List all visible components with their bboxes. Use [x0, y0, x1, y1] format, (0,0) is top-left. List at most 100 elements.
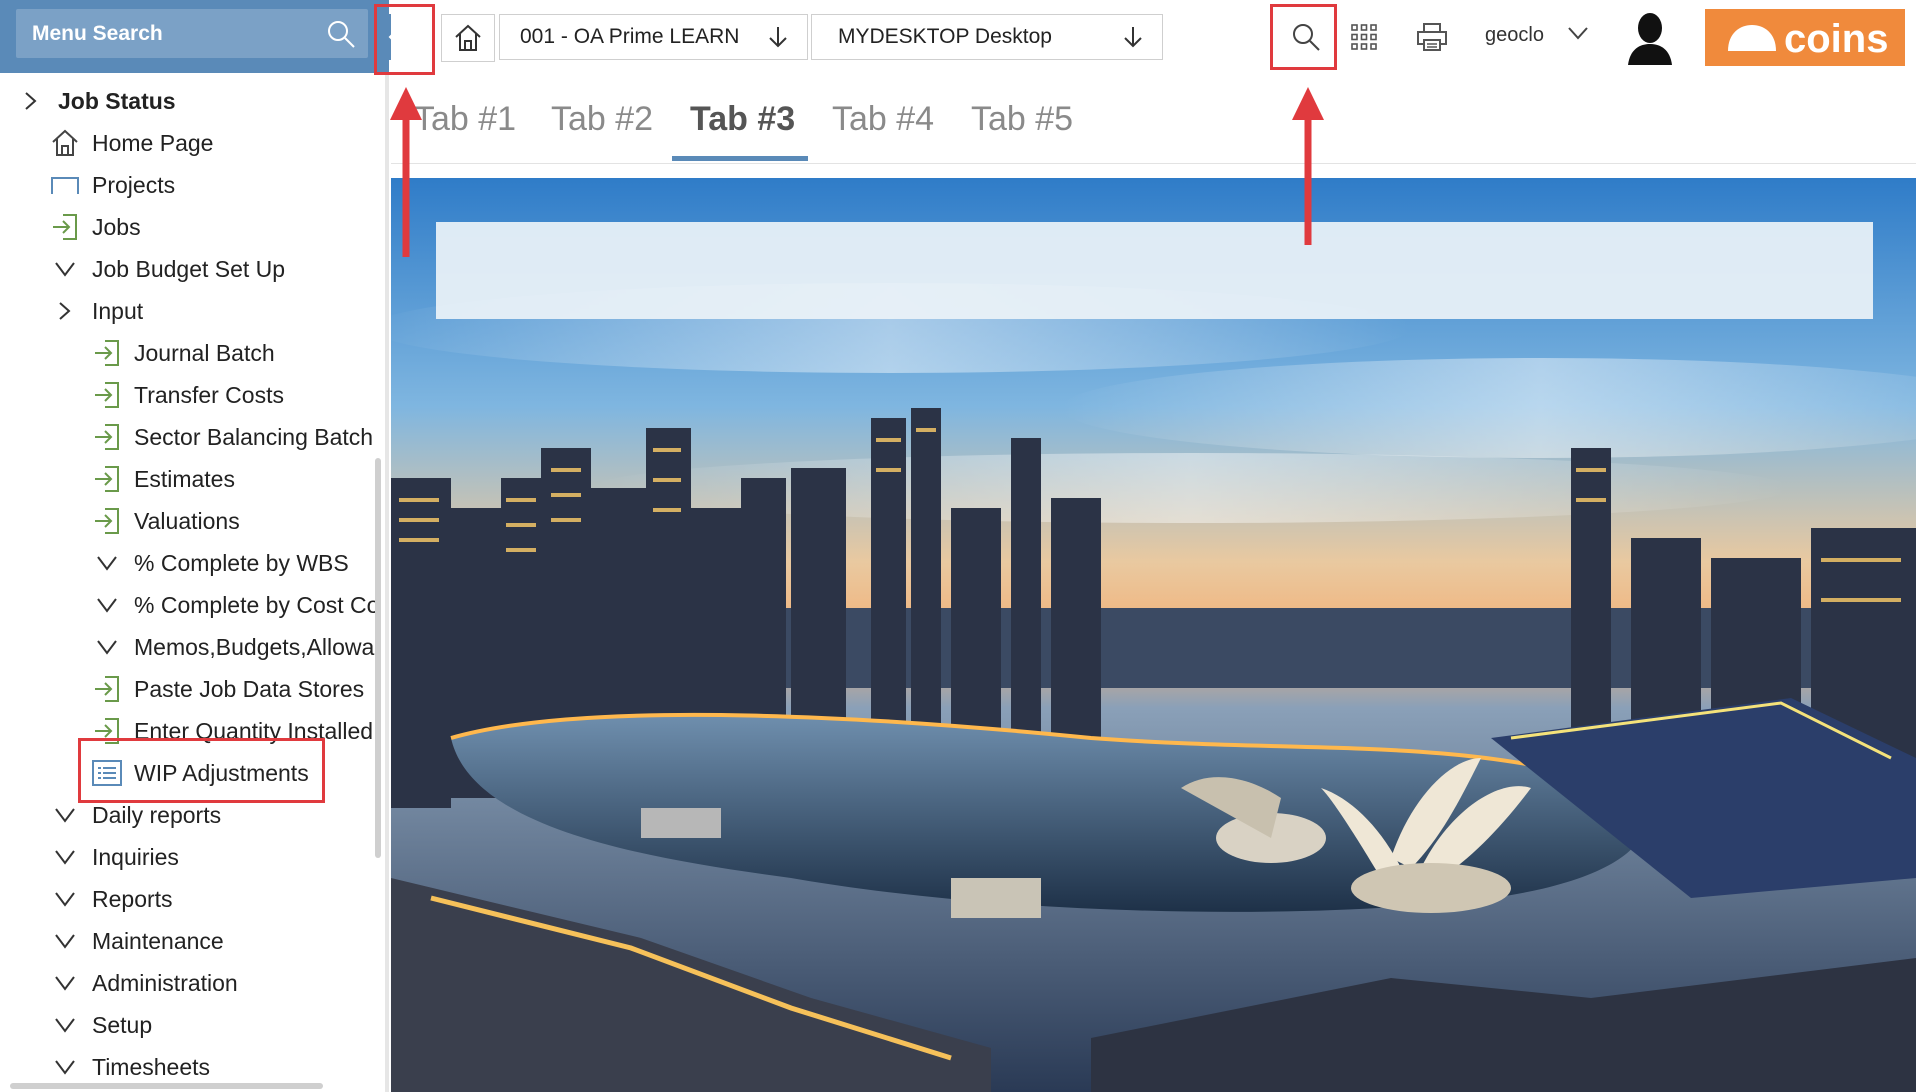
- menu-item-label: Jobs: [92, 213, 141, 240]
- arrow-up-annotation: [390, 87, 422, 257]
- enter-icon: [92, 506, 122, 536]
- menu-item[interactable]: Job Status: [16, 80, 176, 122]
- company-breadcrumb[interactable]: 001 - OA Prime LEARN: [499, 14, 808, 60]
- tab-3[interactable]: Tab #3: [690, 100, 795, 139]
- desktop-breadcrumb-label: MYDESKTOP Desktop: [838, 25, 1052, 48]
- tab-2[interactable]: Tab #2: [551, 100, 653, 139]
- chevron-right-icon[interactable]: [50, 296, 80, 326]
- logo-text: coins: [1784, 17, 1888, 61]
- menu-item-label: Setup: [92, 1011, 153, 1038]
- menu-item-label: Sector Balancing Batch: [134, 423, 374, 450]
- enter-icon: [92, 380, 122, 410]
- chevron-down-icon[interactable]: [92, 548, 122, 578]
- menu-item-label: Reports: [92, 885, 173, 912]
- chevron-down-icon[interactable]: [50, 968, 80, 998]
- user-silhouette-icon: [1628, 13, 1672, 65]
- home-icon: [455, 24, 481, 51]
- menu-item-label: % Complete by WBS: [134, 549, 349, 576]
- chevron-down-icon[interactable]: [1566, 24, 1590, 47]
- menu-item[interactable]: Projects: [50, 164, 175, 206]
- menu-item[interactable]: Job Budget Set Up: [50, 248, 285, 290]
- sidebar-vertical-scrollbar[interactable]: [375, 458, 381, 858]
- folder-icon: [50, 170, 80, 200]
- menu-item[interactable]: Paste Job Data Stores: [92, 668, 364, 710]
- menu-item-label: Maintenance: [92, 927, 224, 954]
- enter-icon: [92, 422, 122, 452]
- menu-item[interactable]: Estimates: [92, 458, 235, 500]
- menu-item-label: Input: [92, 297, 144, 324]
- menu-item[interactable]: Valuations: [92, 500, 240, 542]
- enter-icon: [92, 338, 122, 368]
- menu-item[interactable]: Timesheets: [50, 1046, 210, 1088]
- home-breadcrumb-button[interactable]: [441, 14, 495, 62]
- tab-bar-divider: [391, 163, 1916, 164]
- menu-item[interactable]: Reports: [50, 878, 173, 920]
- menu-item[interactable]: Jobs: [50, 206, 141, 248]
- menu-item-label: Memos,Budgets,Allowa: [134, 633, 375, 660]
- arrow-down-icon: [1122, 25, 1144, 55]
- menu-item-label: % Complete by Cost Co: [134, 591, 380, 618]
- sidebar: Menu Search Job Status Home Page Projects J…: [0, 0, 389, 1092]
- coins-logo: coins: [1705, 9, 1905, 66]
- menu-item[interactable]: % Complete by Cost Co: [92, 584, 379, 626]
- arrow-up-annotation: [1292, 87, 1324, 245]
- chevron-down-icon[interactable]: [50, 1052, 80, 1082]
- menu-search-input[interactable]: Menu Search: [16, 9, 368, 58]
- print-button[interactable]: [1409, 14, 1455, 60]
- tab-4[interactable]: Tab #4: [832, 100, 934, 139]
- menu-item[interactable]: Input: [50, 290, 143, 332]
- chevron-down-icon[interactable]: [50, 926, 80, 956]
- menu-item-label: Job Status: [58, 87, 176, 114]
- chevron-right-icon[interactable]: [16, 86, 46, 116]
- tab-1[interactable]: Tab #1: [414, 100, 516, 139]
- printer-icon: [1417, 23, 1447, 51]
- chevron-down-icon[interactable]: [50, 254, 80, 284]
- menu-search-bar: Menu Search: [0, 0, 389, 73]
- tab-bar: Tab #1 Tab #2 Tab #3 Tab #4 Tab #5: [391, 80, 1916, 163]
- menu-item[interactable]: Home Page: [50, 122, 213, 164]
- menu-item-label: Valuations: [134, 507, 240, 534]
- chevron-down-icon[interactable]: [50, 1010, 80, 1040]
- hero-banner: [436, 222, 1873, 319]
- chevron-down-icon[interactable]: [92, 632, 122, 662]
- menu-item-label: Paste Job Data Stores: [134, 675, 365, 702]
- collapse-button-callout: [374, 4, 435, 75]
- arrow-down-icon: [767, 25, 789, 55]
- chevron-down-icon[interactable]: [92, 590, 122, 620]
- enter-icon: [92, 674, 122, 704]
- sidebar-horizontal-scrollbar[interactable]: [10, 1083, 323, 1089]
- menu-item[interactable]: Inquiries: [50, 836, 179, 878]
- menu-item[interactable]: Setup: [50, 1004, 152, 1046]
- menu-item[interactable]: Sector Balancing Batch: [92, 416, 373, 458]
- chevron-down-icon[interactable]: [50, 842, 80, 872]
- search-icon[interactable]: [326, 19, 356, 49]
- menu-item-label: Home Page: [92, 129, 214, 156]
- wip-adjustments-callout: [78, 738, 325, 803]
- home-icon: [50, 128, 80, 158]
- menu-item-label: Timesheets: [92, 1053, 211, 1080]
- tab-5[interactable]: Tab #5: [971, 100, 1073, 139]
- menu-item[interactable]: Transfer Costs: [92, 374, 284, 416]
- enter-icon: [92, 464, 122, 494]
- menu-item[interactable]: Administration: [50, 962, 238, 1004]
- menu-item[interactable]: Journal Batch: [92, 332, 275, 374]
- enter-icon: [50, 212, 80, 242]
- chevron-down-icon[interactable]: [50, 884, 80, 914]
- avatar[interactable]: [1624, 11, 1676, 65]
- menu-item[interactable]: Maintenance: [50, 920, 224, 962]
- menu-item-label: Journal Batch: [134, 339, 275, 366]
- apps-grid-button[interactable]: [1341, 14, 1387, 60]
- user-name[interactable]: geoclo: [1485, 24, 1544, 47]
- menu-search-placeholder: Menu Search: [32, 22, 163, 45]
- grid-icon: [1351, 24, 1377, 50]
- menu-item-label: Job Budget Set Up: [92, 255, 286, 282]
- company-breadcrumb-label: 001 - OA Prime LEARN: [520, 25, 740, 48]
- menu-item-label: Transfer Costs: [134, 381, 284, 408]
- menu-item[interactable]: % Complete by WBS: [92, 542, 349, 584]
- search-button-callout: [1270, 4, 1337, 70]
- chevron-down-icon[interactable]: [50, 800, 80, 830]
- menu-item-label: Projects: [92, 171, 176, 198]
- desktop-breadcrumb[interactable]: MYDESKTOP Desktop: [811, 14, 1163, 60]
- menu-item-label: Estimates: [134, 465, 235, 492]
- menu-item[interactable]: Memos,Budgets,Allowa: [92, 626, 374, 668]
